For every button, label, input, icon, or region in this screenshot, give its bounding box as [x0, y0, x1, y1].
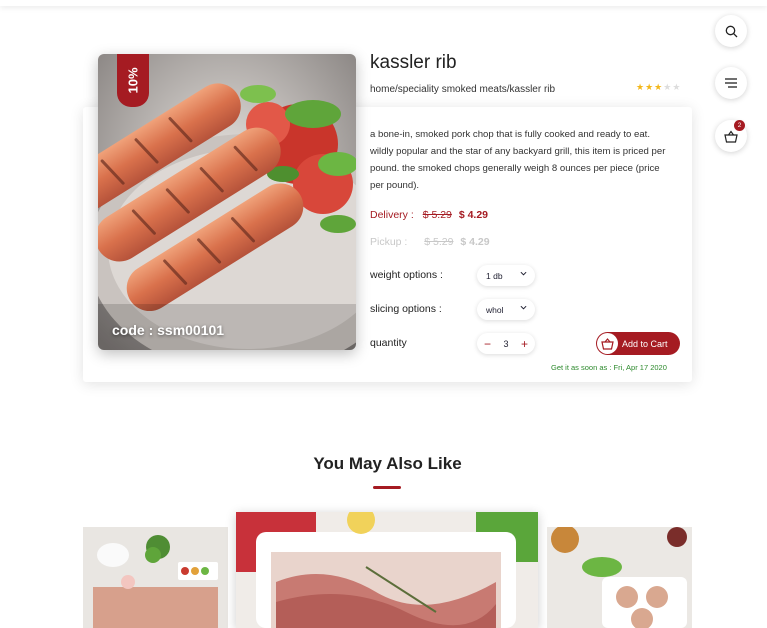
rating-stars: ★★★★★ — [636, 82, 681, 93]
star-icon: ★ — [645, 82, 655, 92]
delivery-old-price: $ 5.29 — [422, 209, 452, 221]
top-bar — [0, 0, 767, 6]
title-underline — [373, 486, 401, 489]
recommended-product-image[interactable] — [547, 527, 692, 628]
pickup-new-price: $ 4.29 — [460, 236, 490, 248]
search-button[interactable] — [715, 15, 747, 47]
pickup-label: Pickup : — [370, 236, 408, 248]
delivery-label: Delivery : — [370, 209, 414, 221]
chevron-down-icon — [520, 271, 527, 276]
recommended-product-image[interactable] — [83, 527, 228, 628]
breadcrumb[interactable]: home/speciality smoked meats/kassler rib — [370, 84, 555, 95]
basket-icon — [597, 333, 618, 354]
product-description: a bone-in, smoked pork chop that is full… — [370, 129, 666, 191]
basket-icon — [724, 129, 738, 143]
pickup-old-price: $ 5.29 — [424, 236, 454, 248]
slicing-value: whol — [486, 304, 504, 315]
slicing-select[interactable]: whol — [477, 299, 535, 320]
slicing-options-label: slicing options : — [370, 303, 442, 315]
pickup-price-row: Pickup : $ 5.29 $ 4.29 — [370, 236, 490, 248]
quantity-plus-button[interactable]: + — [521, 337, 528, 351]
cart-count-badge: 2 — [734, 120, 745, 131]
section-title: You May Also Like — [313, 454, 462, 473]
star-icon: ★ — [636, 82, 646, 92]
quantity-stepper: − 3 + — [477, 333, 535, 354]
shipping-estimate: Get it as soon as : Fri, Apr 17 2020 — [551, 363, 667, 372]
add-to-cart-label: Add to Cart — [622, 338, 668, 349]
weight-options-label: weight options : — [370, 269, 443, 281]
star-empty-icon: ★ — [663, 82, 673, 92]
quantity-minus-button[interactable]: − — [484, 337, 491, 351]
menu-button[interactable] — [715, 67, 747, 99]
recommended-product-image[interactable] — [236, 512, 538, 628]
menu-icon — [725, 78, 737, 88]
discount-ribbon: 10% — [117, 54, 149, 107]
weight-select[interactable]: 1 db — [477, 265, 535, 286]
star-empty-icon: ★ — [672, 82, 682, 92]
delivery-price-row: Delivery : $ 5.29 $ 4.29 — [370, 209, 488, 221]
discount-text: 10% — [125, 67, 141, 94]
product-title: kassler rib — [370, 52, 457, 73]
add-to-cart-button[interactable]: Add to Cart — [596, 332, 680, 355]
chevron-down-icon — [520, 305, 527, 310]
quantity-value[interactable]: 3 — [503, 339, 508, 349]
product-code: code : ssm00101 — [112, 322, 225, 338]
weight-value: 1 db — [486, 270, 503, 281]
star-icon: ★ — [654, 82, 664, 92]
quantity-label: quantity — [370, 337, 407, 349]
search-icon — [725, 25, 737, 37]
delivery-new-price: $ 4.29 — [458, 209, 489, 221]
